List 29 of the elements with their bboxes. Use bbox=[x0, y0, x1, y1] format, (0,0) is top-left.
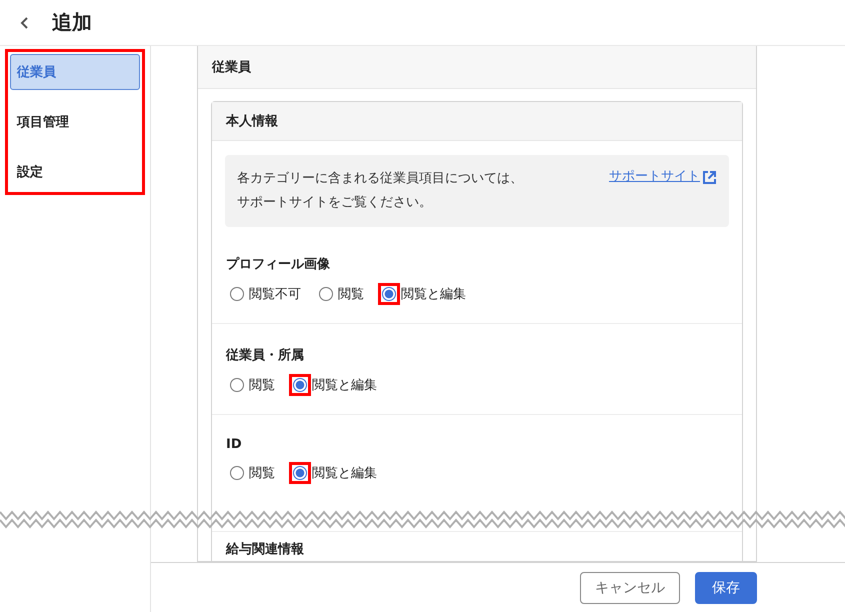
section-title: 従業員・所属 bbox=[226, 347, 305, 364]
panel-title: 従業員 bbox=[212, 59, 251, 76]
option-label[interactable]: 閲覧 bbox=[249, 376, 275, 394]
section-title: プロフィール画像 bbox=[226, 256, 331, 273]
support-link[interactable]: サポートサイト bbox=[609, 167, 717, 187]
page-title: 追加 bbox=[52, 9, 92, 36]
section-title: ID bbox=[226, 437, 243, 452]
radio-button[interactable] bbox=[293, 466, 307, 480]
section-title: 給与関連情報 bbox=[226, 541, 305, 558]
radio-button[interactable] bbox=[293, 378, 307, 392]
external-link-icon bbox=[702, 170, 717, 184]
card-title: 本人情報 bbox=[226, 113, 278, 130]
save-button[interactable]: 保存 bbox=[695, 572, 757, 604]
sidebar-item[interactable]: 項目管理 bbox=[10, 104, 140, 140]
notice-text: 各カテゴリーに含まれる従業員項目については、サポートサイトをご覧ください。 bbox=[237, 170, 524, 212]
sidebar-item[interactable]: 設定 bbox=[10, 154, 140, 190]
radio-button[interactable] bbox=[230, 287, 244, 301]
option-label[interactable]: 閲覧と編集 bbox=[401, 285, 466, 303]
cancel-button[interactable]: キャンセル bbox=[580, 572, 680, 604]
option-label[interactable]: 閲覧 bbox=[249, 464, 275, 482]
option-label[interactable]: 閲覧と編集 bbox=[312, 464, 377, 482]
option-label[interactable]: 閲覧不可 bbox=[249, 285, 301, 303]
radio-button[interactable] bbox=[319, 287, 333, 301]
option-label[interactable]: 閲覧と編集 bbox=[312, 376, 377, 394]
radio-button[interactable] bbox=[230, 378, 244, 392]
option-label[interactable]: 閲覧 bbox=[338, 285, 364, 303]
back-icon[interactable] bbox=[20, 16, 30, 30]
radio-button[interactable] bbox=[230, 466, 244, 480]
radio-button[interactable] bbox=[382, 287, 396, 301]
